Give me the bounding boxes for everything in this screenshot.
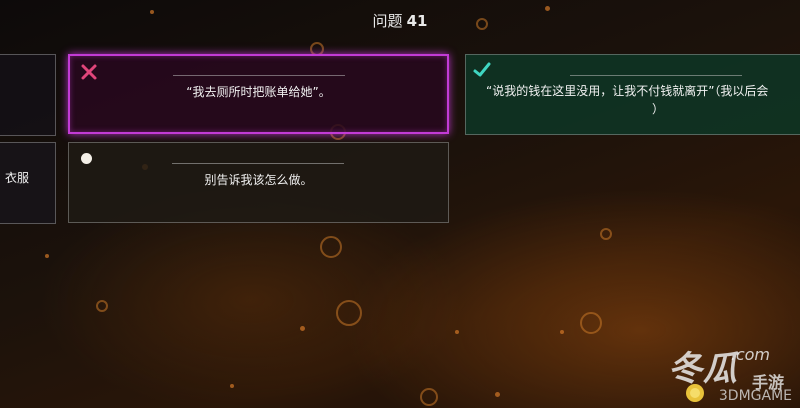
bokeh-dot (230, 384, 234, 388)
answer-card-wrong[interactable]: “我去厕所时把账单给她”。 (68, 54, 449, 134)
answer-text: “说我的钱在这里没用，让我不付钱就离开”（我以后会 ） (486, 82, 800, 118)
question-number: 41 (406, 12, 428, 30)
answer-card-partial-top[interactable] (0, 54, 56, 136)
divider (570, 75, 742, 76)
bokeh-decoration (580, 312, 602, 334)
bokeh-dot (300, 326, 305, 331)
watermark-domain: .com (730, 345, 770, 364)
question-title: 问题 41 (0, 10, 800, 31)
divider (173, 75, 345, 76)
answer-text: “我去厕所时把账单给她”。 (186, 85, 331, 99)
bokeh-dot (560, 330, 564, 334)
answer-text: 别告诉我该怎么做。 (204, 173, 313, 187)
answer-card-correct[interactable]: “说我的钱在这里没用，让我不付钱就离开”（我以后会 ） (465, 54, 800, 135)
answer-text-line-1: “说我的钱在这里没用，让我不付钱就离开”（我以后会 (486, 84, 769, 98)
answer-card-option[interactable]: 别告诉我该怎么做。 (68, 142, 449, 223)
bokeh-dot (495, 392, 500, 397)
bokeh-dot (45, 254, 49, 258)
bokeh-decoration (600, 228, 612, 240)
cross-icon (81, 64, 97, 80)
question-title-label: 问题 (372, 12, 403, 30)
watermark: 冬瓜 .com 手游 3DMGAME (587, 339, 792, 404)
check-icon (473, 62, 491, 77)
answer-text-line-2: ） (652, 102, 665, 116)
dot-icon (81, 153, 92, 164)
watermark-logo-icon (686, 384, 704, 402)
bokeh-dot (455, 330, 459, 334)
bokeh-decoration (96, 300, 108, 312)
divider (172, 163, 344, 164)
bokeh-decoration (420, 388, 438, 406)
bokeh-decoration (320, 236, 342, 258)
answer-text: 衣服 (5, 171, 30, 185)
bokeh-decoration (336, 300, 362, 326)
answer-card-partial-bottom[interactable]: 衣服 (0, 142, 56, 224)
watermark-subtext: 3DMGAME (718, 388, 792, 404)
